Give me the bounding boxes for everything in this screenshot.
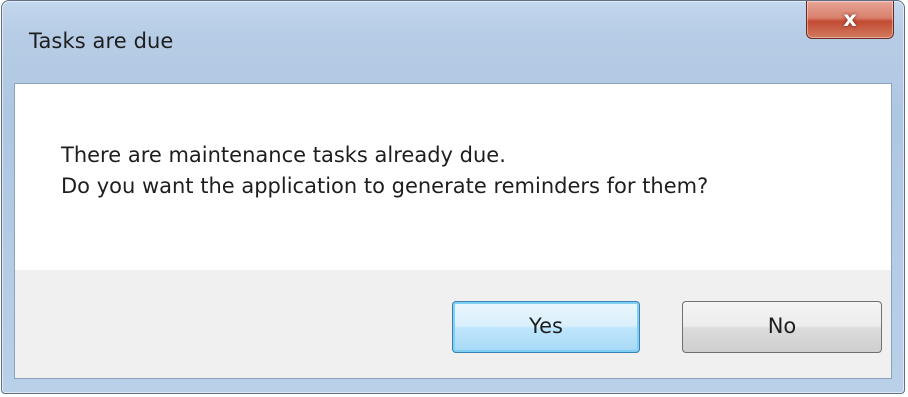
title-bar[interactable]: Tasks are due x (2, 1, 904, 83)
message-text: There are maintenance tasks already due.… (61, 140, 708, 202)
dialog-window: Tasks are due x There are maintenance ta… (1, 0, 905, 394)
yes-button[interactable]: Yes (452, 301, 640, 353)
message-line-1: There are maintenance tasks already due. (61, 143, 506, 167)
close-icon: x (843, 7, 857, 31)
message-line-2: Do you want the application to generate … (61, 174, 709, 198)
no-button[interactable]: No (682, 301, 882, 353)
message-area: There are maintenance tasks already due.… (15, 84, 891, 270)
dialog-client-area: There are maintenance tasks already due.… (14, 83, 892, 379)
window-title: Tasks are due (29, 29, 174, 53)
close-button[interactable]: x (806, 1, 894, 39)
